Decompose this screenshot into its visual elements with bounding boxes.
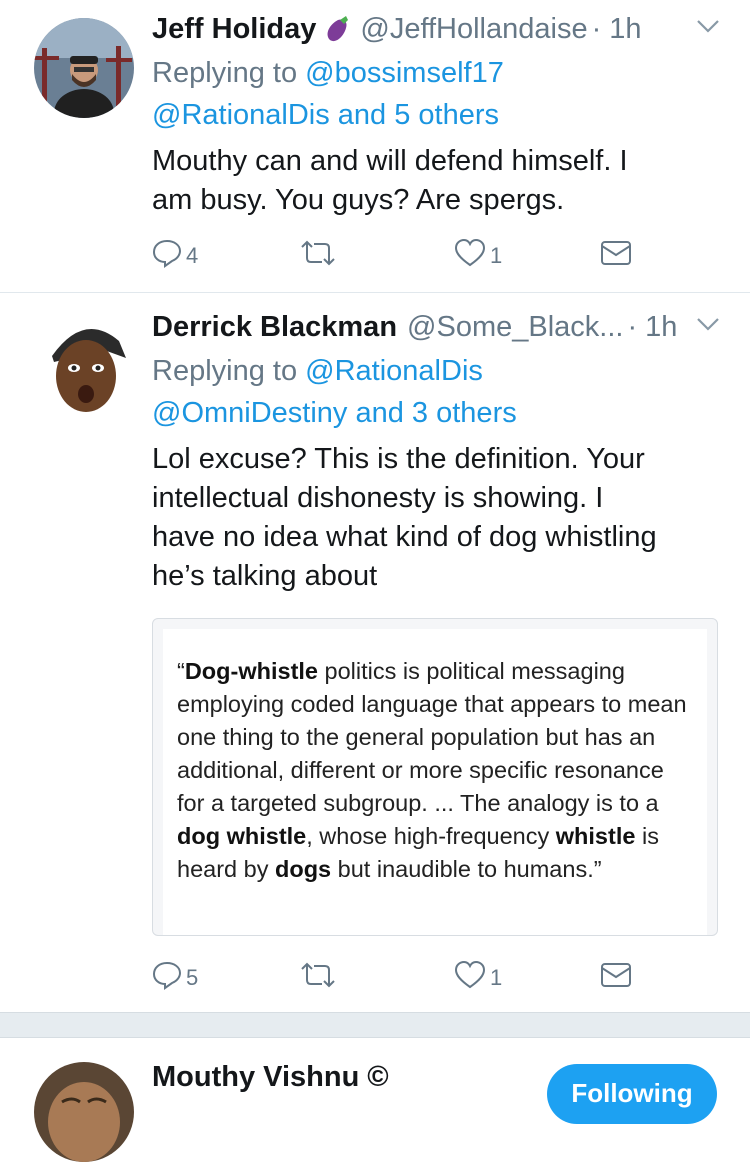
reply-count: 5 bbox=[186, 965, 199, 990]
handle[interactable]: @Some_Black... bbox=[407, 310, 623, 344]
quote-mark: “ bbox=[177, 658, 185, 684]
timestamp[interactable]: · 1h bbox=[592, 12, 642, 46]
quoted-image-card[interactable]: “Dog-whistle politics is political messa… bbox=[152, 618, 718, 936]
replying-to: Replying to @RationalDis bbox=[152, 350, 720, 392]
tweet-text-line: he’s talking about bbox=[152, 560, 378, 592]
conversation-gap bbox=[0, 1012, 750, 1038]
badge: © bbox=[367, 1061, 389, 1093]
timestamp[interactable]: · 1h bbox=[627, 310, 677, 344]
tweet-text: Lol excuse? This is the definition. Your… bbox=[152, 440, 720, 596]
replying-to: Replying to @bossimself17 bbox=[152, 52, 720, 94]
dm-icon bbox=[600, 240, 632, 272]
tweet-text-line: am busy. You guys? Are spergs. bbox=[152, 184, 565, 216]
tweet-body: Derrick Blackman @Some_Black... · 1h Rep… bbox=[152, 310, 720, 596]
bold-term: whistle bbox=[555, 823, 636, 849]
like-icon bbox=[454, 960, 486, 996]
retweet-button[interactable] bbox=[300, 960, 454, 996]
mention-link[interactable]: @OmniDestiny bbox=[152, 397, 347, 429]
reply-icon bbox=[152, 960, 182, 996]
tweet-text-line: intellectual dishonesty is showing. I bbox=[152, 482, 604, 514]
tweet-text-line: Lol excuse? This is the definition. Your bbox=[152, 443, 645, 475]
avatar-derrick-blackman[interactable] bbox=[34, 316, 134, 416]
tweet-header: Derrick Blackman @Some_Black... · 1h bbox=[152, 310, 720, 344]
reply-icon bbox=[152, 238, 182, 274]
avatar-mouthy-vishnu[interactable] bbox=[34, 1062, 134, 1162]
bold-term: dogs bbox=[274, 856, 332, 882]
others-link[interactable]: and 5 others bbox=[330, 99, 499, 131]
like-icon bbox=[454, 238, 486, 274]
mention-link[interactable]: @RationalDis bbox=[305, 355, 483, 387]
tweet-text: Mouthy can and will defend himself. I am… bbox=[152, 142, 720, 220]
replying-to-others: @OmniDestiny and 3 others bbox=[152, 392, 720, 434]
like-count: 1 bbox=[490, 243, 503, 268]
retweet-icon bbox=[300, 960, 336, 996]
chevron-down-icon[interactable] bbox=[696, 18, 720, 39]
tweet-text-line: have no idea what kind of dog whistling bbox=[152, 521, 657, 553]
bold-term: Dog-whistle bbox=[184, 658, 318, 684]
display-name[interactable]: Jeff Holiday bbox=[152, 12, 316, 46]
bold-term: dog whistle bbox=[177, 823, 307, 849]
eggplant-emoji-icon bbox=[324, 14, 352, 44]
dm-button[interactable] bbox=[600, 240, 632, 272]
like-button[interactable]: 1 bbox=[454, 960, 600, 996]
retweet-icon bbox=[300, 238, 336, 274]
tweet-actions: 4 1 bbox=[152, 238, 720, 274]
reply-count: 4 bbox=[186, 243, 199, 268]
tweet-header: Jeff Holiday @JeffHollandaise · 1h bbox=[152, 12, 720, 46]
quote-text: “Dog-whistle politics is political messa… bbox=[163, 629, 707, 935]
tweet-text-line: Mouthy can and will defend himself. I bbox=[152, 145, 628, 177]
following-button[interactable]: Following bbox=[547, 1064, 717, 1124]
chevron-down-icon[interactable] bbox=[696, 316, 720, 337]
retweet-button[interactable] bbox=[300, 238, 454, 274]
display-name[interactable]: Derrick Blackman bbox=[152, 310, 397, 344]
others-link[interactable]: and 3 others bbox=[347, 397, 516, 429]
quote-segment: , whose high-frequency bbox=[306, 823, 556, 849]
reply-button[interactable]: 4 bbox=[152, 238, 300, 274]
replying-prefix: Replying to bbox=[152, 57, 306, 89]
dm-icon bbox=[600, 962, 632, 994]
like-count: 1 bbox=[490, 965, 503, 990]
mention-link[interactable]: @RationalDis bbox=[152, 99, 330, 131]
tweet-actions: 5 1 bbox=[152, 960, 720, 996]
replying-prefix: Replying to bbox=[152, 355, 306, 387]
dm-button[interactable] bbox=[600, 962, 632, 994]
divider bbox=[0, 292, 750, 293]
quote-segment: but inaudible to humans.” bbox=[331, 856, 602, 882]
reply-button[interactable]: 5 bbox=[152, 960, 300, 996]
avatar-jeff-holiday[interactable] bbox=[34, 18, 134, 118]
handle[interactable]: @JeffHollandaise bbox=[360, 12, 587, 46]
replying-to-others: @RationalDis and 5 others bbox=[152, 94, 720, 136]
tweet-body: Jeff Holiday @JeffHollandaise · 1h Reply… bbox=[152, 12, 720, 220]
mention-link[interactable]: @bossimself17 bbox=[305, 57, 504, 89]
display-name[interactable]: Mouthy Vishnu bbox=[152, 1060, 359, 1094]
like-button[interactable]: 1 bbox=[454, 238, 600, 274]
